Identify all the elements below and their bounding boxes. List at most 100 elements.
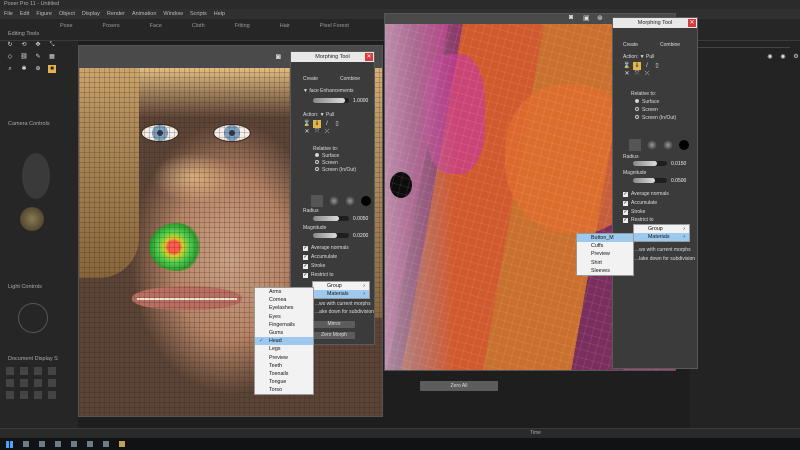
render-camera-icon[interactable]: ◙ [276,52,281,61]
action-value-right[interactable]: Pull [646,54,654,60]
brush-preset-right-4[interactable] [679,140,689,150]
zero-morph-button[interactable]: Zero Morph [313,332,355,339]
flat-lined-icon[interactable] [34,379,42,387]
scale-icon[interactable]: ⤡ [48,41,56,49]
brush-preset-1[interactable] [311,195,323,207]
viewport-option-icon[interactable]: ▣ [583,14,590,22]
chat-icon[interactable]: ◉ [766,53,774,61]
material-button-m[interactable]: Button_M [577,234,633,243]
camera-icon[interactable]: ◉ [779,53,787,61]
trackball-icon[interactable] [20,207,44,231]
menu-figure[interactable]: Figure [36,9,52,19]
morph-value-slider[interactable] [313,98,349,103]
brush-preset-4[interactable] [361,196,371,206]
check-restrict-to[interactable]: ✓ Restrict to [303,272,334,278]
material-cuffs[interactable]: Cuffs [577,242,633,250]
brush-preset-right-2[interactable] [647,140,657,150]
chain-icon[interactable]: ⛓ [20,53,28,61]
restore-icon-right[interactable]: ⤫ [643,70,651,78]
material-tongue[interactable]: Tongue [255,378,313,386]
material-legs[interactable]: Legs [255,345,313,353]
store-icon[interactable] [87,441,93,447]
push-icon-right[interactable]: ⇓ [633,62,641,70]
radius-slider[interactable] [313,216,349,221]
flatten-icon[interactable]: ⤧ [313,128,321,136]
tab-fitting[interactable]: Fitting [235,23,250,29]
check-average-normals-right[interactable]: ✓ Average normals [623,191,669,197]
mirror-button[interactable]: Mirror [313,321,355,328]
morphing-tool-icon[interactable]: ■ [48,65,56,73]
check-accumulate[interactable]: ✓ Accumulate [303,254,337,260]
menu-edit[interactable]: Edit [20,9,29,19]
smooth-icon[interactable]: ▯ [333,120,341,128]
twist-icon[interactable]: ⟲ [20,41,28,49]
material-preview[interactable]: Preview [255,354,313,362]
smooth-lined-icon[interactable] [20,391,28,399]
material-cornea[interactable]: Cornea [255,296,313,304]
smooth-icon-right[interactable]: ▯ [653,62,661,70]
outline-icon[interactable] [20,367,28,375]
cartoon-icon[interactable] [48,379,56,387]
tab-combine[interactable]: Combine [340,76,360,82]
menu-window[interactable]: Window [163,9,183,19]
pull-icon[interactable]: ⌛ [303,120,311,128]
search-icon[interactable] [23,441,29,447]
menu-item-materials[interactable]: Materials › [313,290,369,299]
check-stroke-right[interactable]: ✓ Stroke [623,209,645,215]
tab-pixel-forest[interactable]: Pixel Forest [320,23,349,29]
viewport-close-icon[interactable]: ⊗ [597,14,603,22]
close-icon[interactable]: ✕ [365,53,373,61]
menu-item-materials-right[interactable]: Materials › [634,233,689,242]
pinch-icon-right[interactable]: ✕ [623,70,631,78]
morph-brush-falloff[interactable] [149,223,204,271]
check-average-normals[interactable]: ✓ Average normals [303,245,349,251]
pull-icon-right[interactable]: ⌛ [623,62,631,70]
morph-group-row[interactable]: ▼ face Enhancements [303,88,354,94]
check-stroke[interactable]: ✓ Stroke [303,263,325,269]
taper-icon[interactable]: ◇ [6,53,14,61]
check-accumulate-right[interactable]: ✓ Accumulate [623,200,657,206]
smooth-shaded-icon[interactable] [6,391,14,399]
menu-scripts[interactable]: Scripts [190,9,207,19]
brush-preset-right-3[interactable] [663,140,673,150]
mail-icon[interactable] [103,441,109,447]
material-eyelashes[interactable]: Eyelashes [255,304,313,312]
tab-pose[interactable]: Pose [60,23,73,29]
tab-combine-right[interactable]: Combine [660,42,680,48]
brush-icon[interactable]: / [323,120,331,128]
menu-display[interactable]: Display [82,9,100,19]
color-icon[interactable]: ✎ [34,53,42,61]
morph-brush-icon[interactable]: ✱ [20,65,28,73]
brush-preset-3[interactable] [345,196,355,206]
relative-screen-right[interactable]: Screen [635,107,658,113]
pinch-icon[interactable]: ✕ [303,128,311,136]
close-icon-right[interactable]: ✕ [688,19,696,27]
material-teeth[interactable]: Teeth [255,362,313,370]
poser-app-icon[interactable] [119,441,125,447]
texture-shaded-icon[interactable] [34,391,42,399]
material-shirt[interactable]: Shirt [577,259,633,267]
relative-screen-inout-right[interactable]: Screen (In/Out) [635,115,676,121]
brush-preset-right-1[interactable] [629,139,641,151]
menu-animation[interactable]: Animation [132,9,156,19]
flatten-icon-right[interactable]: ⤧ [633,70,641,78]
hidden-line-icon[interactable] [48,367,56,375]
translate-icon[interactable]: ✥ [34,41,42,49]
lit-wireframe-icon[interactable] [6,379,14,387]
tab-posers[interactable]: Posers [103,23,120,29]
tab-face[interactable]: Face [150,23,162,29]
tab-hair[interactable]: Hair [280,23,290,29]
radius-slider-right[interactable] [633,161,667,166]
material-eyes[interactable]: Eyes [255,313,313,321]
push-icon[interactable]: ⇓ [313,120,321,128]
menu-item-group[interactable]: Group › [313,282,369,290]
material-head[interactable]: ✓ Head [255,337,313,346]
relative-surface[interactable]: Surface [315,153,339,159]
material-preview-shirt[interactable]: Preview [577,250,633,258]
magnitude-slider-right[interactable] [633,178,667,183]
material-sleeves[interactable]: Sleeves [577,267,633,275]
wireframe-icon[interactable] [34,367,42,375]
silhouette-icon[interactable] [6,367,14,375]
menu-help[interactable]: Help [214,9,225,19]
material-gums[interactable]: Gums [255,329,313,337]
